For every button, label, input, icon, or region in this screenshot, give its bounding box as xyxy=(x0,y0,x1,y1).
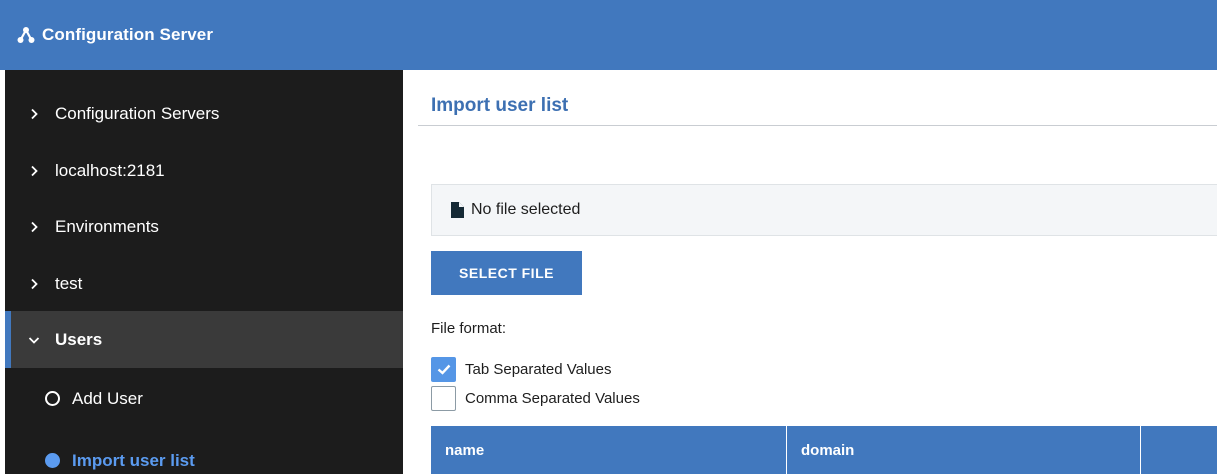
chevron-right-icon xyxy=(27,278,41,290)
chevron-right-icon xyxy=(27,221,41,233)
format-option-label: Comma Separated Values xyxy=(465,390,640,407)
sidebar-subitem-import-user-list[interactable]: Import user list xyxy=(5,432,403,474)
sidebar-item-localhost[interactable]: localhost:2181 xyxy=(5,142,403,199)
format-option-csv[interactable]: Comma Separated Values xyxy=(431,386,640,411)
app-title: Configuration Server xyxy=(42,25,214,44)
file-status-box: No file selected xyxy=(431,184,1217,236)
user-table-header: name domain xyxy=(431,426,1217,474)
active-indicator xyxy=(5,311,11,368)
sidebar-item-users[interactable]: Users xyxy=(5,311,403,368)
sidebar-item-label: localhost:2181 xyxy=(55,160,165,180)
format-option-label: Tab Separated Values xyxy=(465,361,612,378)
chevron-right-icon xyxy=(27,165,41,177)
sidebar-item-test[interactable]: test xyxy=(5,255,403,312)
sidebar-subitem-label: Import user list xyxy=(72,450,195,470)
format-option-tsv[interactable]: Tab Separated Values xyxy=(431,357,612,382)
graph-logo-icon xyxy=(17,26,35,44)
file-format-label: File format: xyxy=(431,320,507,337)
checkbox-checked[interactable] xyxy=(431,357,456,382)
sidebar-item-environments[interactable]: Environments xyxy=(5,198,403,255)
sidebar-item-label: Environments xyxy=(55,216,159,236)
title-divider xyxy=(418,125,1217,126)
column-header-domain[interactable]: domain xyxy=(787,426,1141,474)
checkmark-icon xyxy=(437,364,450,375)
file-status-text: No file selected xyxy=(471,201,581,218)
sidebar-subitem-add-user[interactable]: Add User xyxy=(5,370,403,427)
file-icon xyxy=(451,202,464,218)
chevron-down-icon xyxy=(27,336,41,344)
sidebar-item-label: test xyxy=(55,273,83,293)
app-root: Configuration Server Configuration Serve… xyxy=(0,0,1217,474)
column-header-actions xyxy=(1141,426,1217,474)
sidebar: Configuration Servers localhost:2181 Env… xyxy=(5,70,403,474)
sidebar-subitem-label: Add User xyxy=(72,388,143,408)
radio-icon xyxy=(45,391,60,406)
sidebar-item-configuration-servers[interactable]: Configuration Servers xyxy=(5,85,403,142)
radio-icon xyxy=(45,453,60,468)
column-header-name[interactable]: name xyxy=(431,426,787,474)
page-title: Import user list xyxy=(431,95,569,116)
sidebar-item-label: Configuration Servers xyxy=(55,103,220,123)
sidebar-item-label: Users xyxy=(55,329,103,349)
checkbox-unchecked[interactable] xyxy=(431,386,456,411)
top-bar: Configuration Server xyxy=(0,0,1217,70)
chevron-right-icon xyxy=(27,108,41,120)
select-file-button[interactable]: SELECT FILE xyxy=(431,251,582,295)
